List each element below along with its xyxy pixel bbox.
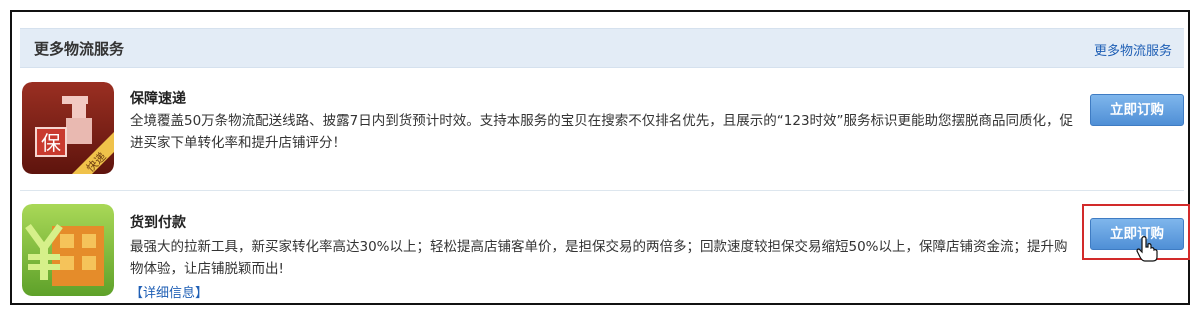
service-description: 最强大的拉新工具，新买家转化率高达30%以上；轻松提高店铺客单价，是担保交易的两…: [130, 239, 1068, 277]
panel-title: 更多物流服务: [34, 40, 125, 58]
logistics-services-panel: 更多物流服务 更多物流服务 保 快递 保障速递 全境覆盖50万条物流配送线路、披…: [10, 10, 1190, 305]
service-title: 保障速递: [130, 91, 186, 107]
subscribe-button-guaranteed-express[interactable]: 立即订购: [1090, 94, 1184, 126]
detail-info-link[interactable]: 【详细信息】: [130, 282, 208, 301]
guaranteed-express-icon: 保 快递: [22, 82, 114, 174]
service-title: 货到付款: [130, 215, 186, 231]
svg-text:保: 保: [41, 131, 61, 155]
service-item-guaranteed-express: 保 快递 保障速递 全境覆盖50万条物流配送线路、披露7日内到货预计时效。支持本…: [20, 78, 1184, 191]
more-logistics-link[interactable]: 更多物流服务: [1094, 40, 1172, 59]
cash-on-delivery-icon: [22, 204, 114, 296]
service-description: 全境覆盖50万条物流配送线路、披露7日内到货预计时效。支持本服务的宝贝在搜索不仅…: [130, 113, 1074, 151]
service-item-cash-on-delivery: 货到付款 最强大的拉新工具，新买家转化率高达30%以上；轻松提高店铺客单价，是担…: [20, 200, 1190, 301]
panel-header: 更多物流服务 更多物流服务: [20, 28, 1184, 68]
hand-cursor-icon: [1136, 236, 1158, 262]
